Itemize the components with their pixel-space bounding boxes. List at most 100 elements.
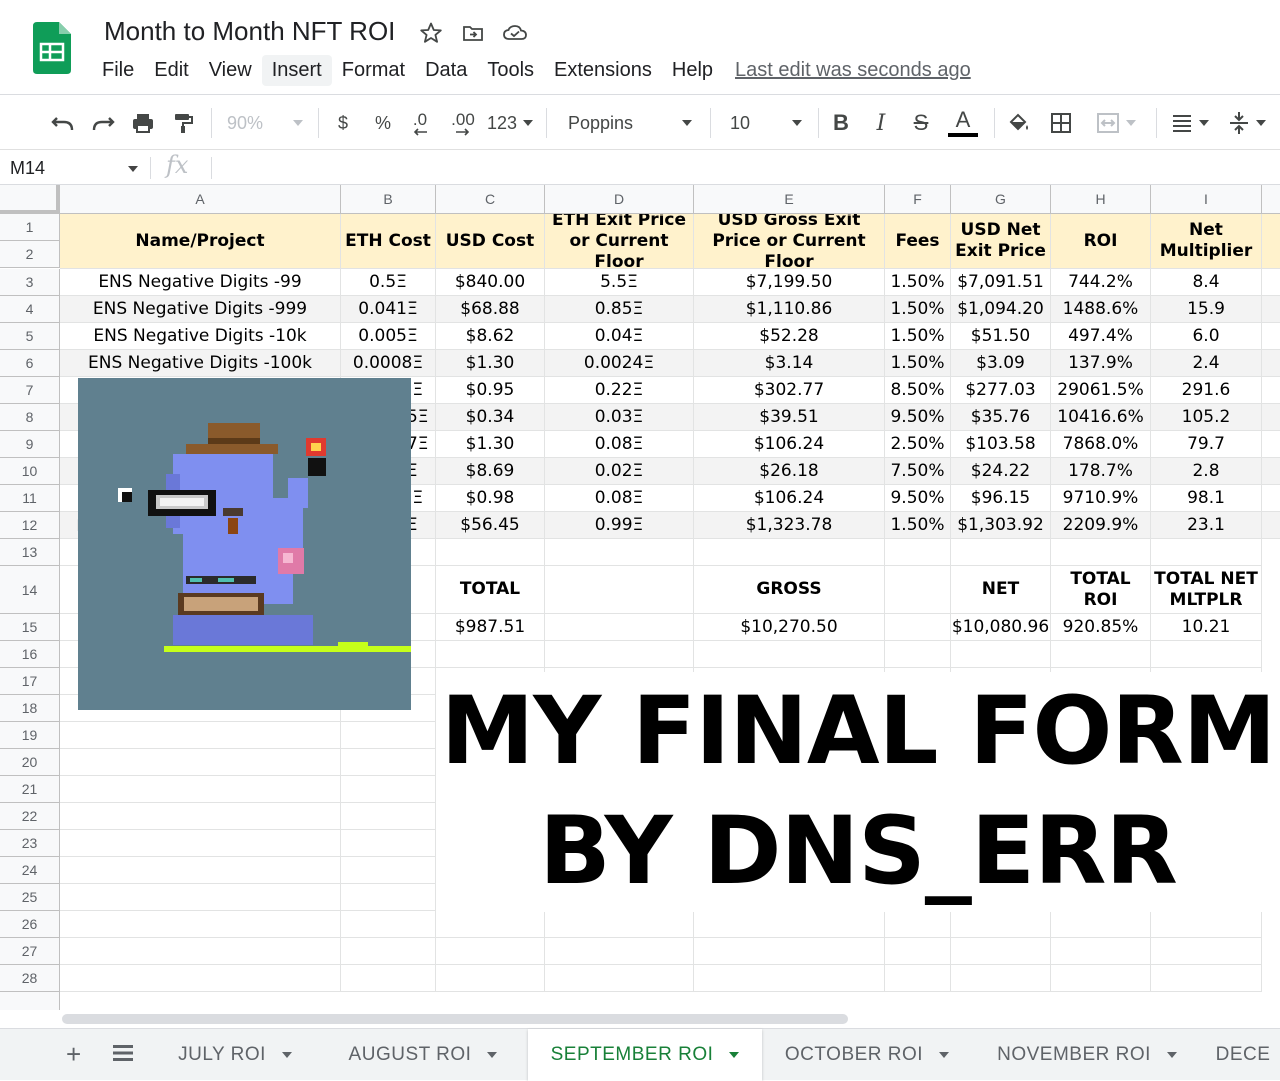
table-cell-c10[interactable]: $8.69 xyxy=(436,458,545,485)
row-header-20[interactable]: 20 xyxy=(0,749,60,776)
row-header-15[interactable]: 15 xyxy=(0,614,60,641)
row-header-18[interactable]: 18 xyxy=(0,695,60,722)
table-cell-e5[interactable]: $52.28 xyxy=(694,323,885,350)
grid-cell-b27[interactable] xyxy=(341,938,436,965)
grid-cell-f26[interactable] xyxy=(885,911,951,938)
row-header-1[interactable]: 1 xyxy=(0,214,60,241)
table-cell-j7[interactable] xyxy=(1262,377,1280,404)
sheet-tab-november-roi[interactable]: NOVEMBER ROI xyxy=(976,1029,1198,1081)
table-cell-d9[interactable]: 0.08Ξ xyxy=(545,431,694,458)
table-cell-h4[interactable]: 1488.6% xyxy=(1051,296,1151,323)
row-header-27[interactable]: 27 xyxy=(0,938,60,965)
grid-cell-d27[interactable] xyxy=(545,938,694,965)
row-header-6[interactable]: 6 xyxy=(0,350,60,377)
add-sheet-icon[interactable]: + xyxy=(66,1039,81,1070)
print-icon[interactable] xyxy=(126,104,160,142)
grid-cell-b23[interactable] xyxy=(341,830,436,857)
table-cell-g7[interactable]: $277.03 xyxy=(951,377,1051,404)
grid-cell-h27[interactable] xyxy=(1051,938,1151,965)
grid-cell-a22[interactable] xyxy=(60,803,341,830)
font-size-select[interactable]: 10 xyxy=(722,104,808,142)
header-cell-i[interactable]: Net Multiplier xyxy=(1151,214,1262,269)
cloud-saved-icon[interactable] xyxy=(502,20,528,46)
table-cell-b6[interactable]: 0.0008Ξ xyxy=(341,350,436,377)
fill-color-icon[interactable] xyxy=(1002,104,1036,142)
table-cell-c9[interactable]: $1.30 xyxy=(436,431,545,458)
header-cell-c[interactable]: USD Cost xyxy=(436,214,545,269)
row-header-2[interactable]: 2 xyxy=(0,241,60,268)
summary-label-total-net-label[interactable]: TOTAL NET MLTPLR xyxy=(1151,566,1262,614)
column-header-e[interactable]: E xyxy=(694,185,885,214)
column-header-f[interactable]: F xyxy=(885,185,951,214)
paint-format-icon[interactable] xyxy=(166,104,200,142)
grid-cell-d28[interactable] xyxy=(545,965,694,992)
grid-cell-b21[interactable] xyxy=(341,776,436,803)
grid-cell-f28[interactable] xyxy=(885,965,951,992)
summary-value-total-value[interactable]: $987.51 xyxy=(436,614,545,641)
grid-cell-b20[interactable] xyxy=(341,749,436,776)
decrease-decimal-button[interactable]: .0 xyxy=(405,104,435,142)
move-folder-icon[interactable] xyxy=(460,20,486,46)
grid-cell-f27[interactable] xyxy=(885,938,951,965)
row-header-7[interactable]: 7 xyxy=(0,377,60,404)
table-cell-j8[interactable] xyxy=(1262,404,1280,431)
header-cell-f[interactable]: Fees xyxy=(885,214,951,269)
grid-cell-h16[interactable] xyxy=(1051,641,1151,668)
header-cell-d[interactable]: ETH Exit Price or Current Floor xyxy=(545,214,694,269)
currency-format-button[interactable]: $ xyxy=(330,104,356,142)
table-cell-d7[interactable]: 0.22Ξ xyxy=(545,377,694,404)
menu-help[interactable]: Help xyxy=(662,55,723,86)
grid-cell-a25[interactable] xyxy=(60,884,341,911)
table-cell-i7[interactable]: 291.6 xyxy=(1151,377,1262,404)
table-cell-c8[interactable]: $0.34 xyxy=(436,404,545,431)
column-header-c[interactable]: C xyxy=(436,185,545,214)
sheet-tab-july-roi[interactable]: JULY ROI xyxy=(160,1029,310,1081)
grid-cell-i28[interactable] xyxy=(1151,965,1262,992)
grid-cell-a28[interactable] xyxy=(60,965,341,992)
row-header-4[interactable]: 4 xyxy=(0,296,60,323)
sheet-tab-september-roi[interactable]: SEPTEMBER ROI xyxy=(528,1029,762,1081)
select-all-corner[interactable] xyxy=(0,185,60,214)
grid-cell-c16[interactable] xyxy=(436,641,545,668)
row-header-22[interactable]: 22 xyxy=(0,803,60,830)
row-header-8[interactable]: 8 xyxy=(0,404,60,431)
horizontal-align-icon[interactable] xyxy=(1166,104,1214,142)
table-cell-b5[interactable]: 0.005Ξ xyxy=(341,323,436,350)
table-cell-c7[interactable]: $0.95 xyxy=(436,377,545,404)
last-edit-link[interactable]: Last edit was seconds ago xyxy=(735,59,971,82)
menu-insert[interactable]: Insert xyxy=(261,54,332,86)
document-title[interactable]: Month to Month NFT ROI xyxy=(104,16,395,47)
header-cell-g[interactable]: USD Net Exit Price xyxy=(951,214,1051,269)
column-header-a[interactable]: A xyxy=(60,185,341,214)
row-header-11[interactable]: 11 xyxy=(0,485,60,512)
increase-decimal-button[interactable]: .00 xyxy=(445,104,481,142)
menu-view[interactable]: View xyxy=(199,55,262,86)
grid-cell-g16[interactable] xyxy=(951,641,1051,668)
table-cell-j6[interactable] xyxy=(1262,350,1280,377)
grid-cell-b24[interactable] xyxy=(341,857,436,884)
table-cell-i9[interactable]: 79.7 xyxy=(1151,431,1262,458)
summary-label-net-label[interactable]: NET xyxy=(951,566,1051,614)
table-cell-c3[interactable]: $840.00 xyxy=(436,269,545,296)
summary-value-total-roi-value[interactable]: 920.85% xyxy=(1051,614,1151,641)
row-header-17[interactable]: 17 xyxy=(0,668,60,695)
table-cell-g3[interactable]: $7,091.51 xyxy=(951,269,1051,296)
grid-cell-f13[interactable] xyxy=(885,539,951,566)
table-cell-d12[interactable]: 0.99Ξ xyxy=(545,512,694,539)
row-header-29[interactable] xyxy=(0,992,60,1010)
table-cell-g8[interactable]: $35.76 xyxy=(951,404,1051,431)
tab-menu-icon[interactable] xyxy=(1166,1052,1177,1058)
redo-icon[interactable] xyxy=(86,104,120,142)
table-cell-g9[interactable]: $103.58 xyxy=(951,431,1051,458)
sheet-tab-august-roi[interactable]: AUGUST ROI xyxy=(328,1029,518,1081)
menu-tools[interactable]: Tools xyxy=(477,55,544,86)
grid-cell-f16[interactable] xyxy=(885,641,951,668)
grid-cell-i13[interactable] xyxy=(1151,539,1262,566)
row-header-16[interactable]: 16 xyxy=(0,641,60,668)
tab-menu-icon[interactable] xyxy=(939,1052,950,1058)
tab-menu-icon[interactable] xyxy=(729,1052,740,1058)
grid-cell-h13[interactable] xyxy=(1051,539,1151,566)
row-header-14[interactable]: 14 xyxy=(0,566,60,614)
header-cell-h[interactable]: ROI xyxy=(1051,214,1151,269)
grid-cell-a20[interactable] xyxy=(60,749,341,776)
